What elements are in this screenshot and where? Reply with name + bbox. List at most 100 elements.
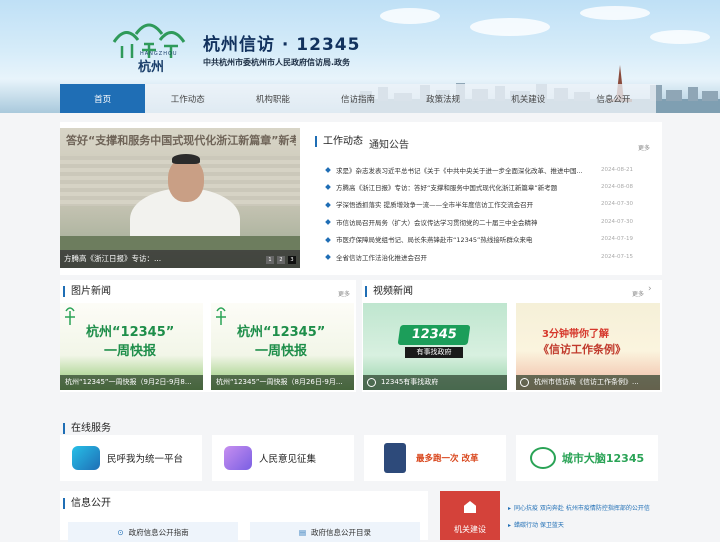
site-title: 杭州信访 · 12345 — [203, 35, 361, 55]
info-catalog-label[interactable]: 政府信息公开目录 — [311, 527, 371, 538]
news-item-title[interactable]: 方腾高《浙江日报》专访：答好“支撑和服务中国式现代化浙江新篇章”新考题 — [336, 182, 598, 192]
news-item-title[interactable]: 市医疗保障局党组书记、局长朱燕锋赴市“12345”热线接听群众来电 — [336, 234, 598, 244]
arrow-icon: ▸ — [508, 522, 512, 529]
video-news-more[interactable]: 更多 — [632, 289, 644, 298]
video-badge-sub: 有事找政府 — [405, 347, 463, 358]
cloud — [470, 18, 550, 36]
hero-carousel[interactable]: 答好“支撑和服务中国式现代化浙江新篇章”新考题 方腾高《浙江日报》专访：... … — [60, 128, 300, 268]
service-label[interactable]: 人民意见征集 — [259, 451, 316, 465]
online-services-title: 在线服务 — [63, 423, 111, 434]
info-guide-button[interactable]: ⊙ 政府信息公开指南 — [68, 522, 238, 542]
plants — [60, 236, 300, 250]
carousel-dot[interactable]: 1 — [266, 256, 274, 264]
info-catalog-button[interactable]: ▤ 政府信息公开目录 — [250, 522, 420, 542]
video-line1: 3分钟带你了解 — [542, 329, 609, 340]
video-card[interactable]: 12345 有事找政府 12345有事找政府 — [363, 303, 507, 390]
news-item-title[interactable]: 求是》杂志发表习近平总书记《关于《中共中央关于进一步全面深化改革、推进中国... — [336, 165, 598, 175]
video-card-caption[interactable]: 杭州市信访局《信访工作条例》... — [516, 375, 660, 390]
app-icon — [72, 446, 100, 470]
news-item-title[interactable]: 全省信访工作法治化推进会召开 — [336, 252, 598, 262]
photo-card[interactable]: 杭州“12345” 一周快报 杭州“12345”一周快报（8月26日-9月... — [211, 303, 354, 390]
news-item-title[interactable]: 学深悟透抓落实 提质增效争一流——全市半年度信访工作交流会召开 — [336, 199, 598, 209]
building-icon — [464, 501, 476, 513]
tab-notices[interactable]: 通知公告 — [369, 136, 409, 151]
news-item-date: 2024-08-21 — [601, 166, 633, 173]
nav-functions[interactable]: 机构职能 — [230, 84, 315, 113]
news-list: 求是》杂志发表习近平总书记《关于《中共中央关于进一步全面深化改革、推进中国...… — [318, 161, 655, 265]
play-icon[interactable] — [520, 378, 529, 387]
hero-caption[interactable]: 方腾高《浙江日报》专访：... — [60, 250, 300, 268]
side-link-label[interactable]: 同心抗疫 双向奔赴 杭州市疫情防控指挥部的公开信 — [514, 505, 650, 512]
arrow-icon: ▸ — [508, 505, 512, 512]
news-item[interactable]: 市信访局召开局务（扩大）会议传达学习贯彻党的二十届三中全会精神 2024-07-3… — [318, 213, 655, 230]
info-title: 信息公开 — [63, 498, 111, 509]
info-guide-label[interactable]: 政府信息公开指南 — [129, 527, 189, 538]
news-item-date: 2024-08-08 — [601, 184, 633, 191]
cloud — [580, 6, 650, 20]
hero-headline: 答好“支撑和服务中国式现代化浙江新篇章”新考题 — [66, 134, 296, 147]
chevron-right-icon[interactable]: › — [648, 284, 652, 294]
side-link-label[interactable]: 蜡碳行动 保卫蓝天 — [514, 522, 564, 529]
news-item[interactable]: 方腾高《浙江日报》专访：答好“支撑和服务中国式现代化浙江新篇章”新考题 2024-… — [318, 178, 655, 195]
photo-news-title: 图片新闻 — [63, 286, 111, 297]
card-headline-2: 一周快报 — [255, 344, 308, 359]
card-headline-1: 杭州“12345” — [86, 325, 175, 340]
service-city-brain[interactable]: 城市大脑12345 — [516, 435, 658, 481]
tab-work-news[interactable]: 工作动态 — [315, 136, 363, 147]
news-item[interactable]: 学深悟透抓落实 提质增效争一流——全市半年度信访工作交流会召开 2024-07-3… — [318, 196, 655, 213]
carousel-dot[interactable]: 3 — [288, 256, 296, 264]
photo-card-caption[interactable]: 杭州“12345”一周快报（8月26日-9月... — [211, 375, 354, 390]
cloud — [380, 8, 440, 24]
party-building-tile[interactable]: 机关建设 — [440, 491, 500, 540]
logo-icon — [216, 307, 226, 325]
photo-news-more[interactable]: 更多 — [338, 289, 350, 298]
nav-construction[interactable]: 机关建设 — [486, 84, 571, 113]
service-label[interactable]: 民呼我为统一平台 — [107, 451, 183, 465]
speaker-hair — [172, 154, 200, 164]
compass-icon: ⊙ — [117, 527, 124, 537]
speaker-face — [168, 158, 204, 202]
nav-work-news[interactable]: 工作动态 — [145, 84, 230, 113]
opinion-icon — [224, 446, 252, 470]
photo-card-caption[interactable]: 杭州“12345”一周快报（9月2日-9月8... — [60, 375, 203, 390]
news-item[interactable]: 全省信访工作法治化推进会召开 2024-07-15 — [318, 248, 655, 265]
main-nav: 首页 工作动态 机构职能 信访指南 政策法规 机关建设 信息公开 — [60, 84, 656, 113]
brain-icon — [529, 447, 556, 469]
logo-icon — [65, 307, 75, 325]
card-headline-2: 一周快报 — [104, 344, 157, 359]
news-more-link[interactable]: 更多 — [638, 143, 650, 152]
service-label[interactable]: 最多跑一次 改革 — [416, 452, 486, 464]
carousel-dot[interactable]: 2 — [277, 256, 285, 264]
photo-card[interactable]: 杭州“12345” 一周快报 杭州“12345”一周快报（9月2日-9月8... — [60, 303, 203, 390]
nav-disclosure[interactable]: 信息公开 — [571, 84, 656, 113]
news-item-date: 2024-07-30 — [601, 201, 633, 208]
reform-figure-icon — [384, 443, 406, 473]
cloud — [650, 30, 710, 44]
news-item[interactable]: 市医疗保障局党组书记、局长朱燕锋赴市“12345”热线接听群众来电 2024-07… — [318, 231, 655, 248]
nav-guide[interactable]: 信访指南 — [315, 84, 400, 113]
news-item-date: 2024-07-30 — [601, 218, 633, 225]
card-headline-1: 杭州“12345” — [237, 325, 326, 340]
carousel-dots: 1 2 3 — [266, 256, 296, 264]
side-link[interactable]: ▸ 蜡碳行动 保卫蓝天 — [508, 520, 564, 529]
news-item[interactable]: 求是》杂志发表习近平总书记《关于《中共中央关于进一步全面深化改革、推进中国...… — [318, 161, 655, 178]
service-opinion[interactable]: 人民意见征集 — [212, 435, 354, 481]
video-news-title: 视频新闻 — [365, 286, 413, 297]
logo-text: 杭州 — [138, 60, 165, 75]
tile-label: 机关建设 — [454, 525, 486, 534]
catalog-icon: ▤ — [298, 527, 307, 537]
site-subtitle: 中共杭州市委杭州市人民政府信访局.政务 — [203, 58, 351, 67]
play-icon[interactable] — [367, 378, 376, 387]
nav-home[interactable]: 首页 — [60, 84, 146, 113]
video-card-caption[interactable]: 12345有事找政府 — [363, 375, 507, 390]
site-header: HANGZHOU 杭州 杭州信访 · 12345 中共杭州市委杭州市人民政府信访… — [0, 0, 720, 113]
nav-policy[interactable]: 政策法规 — [401, 84, 486, 113]
video-card[interactable]: 3分钟带你了解 《信访工作条例》 杭州市信访局《信访工作条例》... — [516, 303, 660, 390]
service-reform[interactable]: 最多跑一次 改革 — [364, 435, 506, 481]
service-label[interactable]: 城市大脑12345 — [562, 450, 644, 466]
news-item-title[interactable]: 市信访局召开局务（扩大）会议传达学习贯彻党的二十届三中全会精神 — [336, 217, 598, 227]
video-line2: 《信访工作条例》 — [538, 343, 626, 356]
service-mhww[interactable]: 民呼我为统一平台 — [60, 435, 202, 481]
side-link[interactable]: ▸ 同心抗疫 双向奔赴 杭州市疫情防控指挥部的公开信 — [508, 503, 650, 512]
news-item-date: 2024-07-19 — [601, 236, 633, 243]
